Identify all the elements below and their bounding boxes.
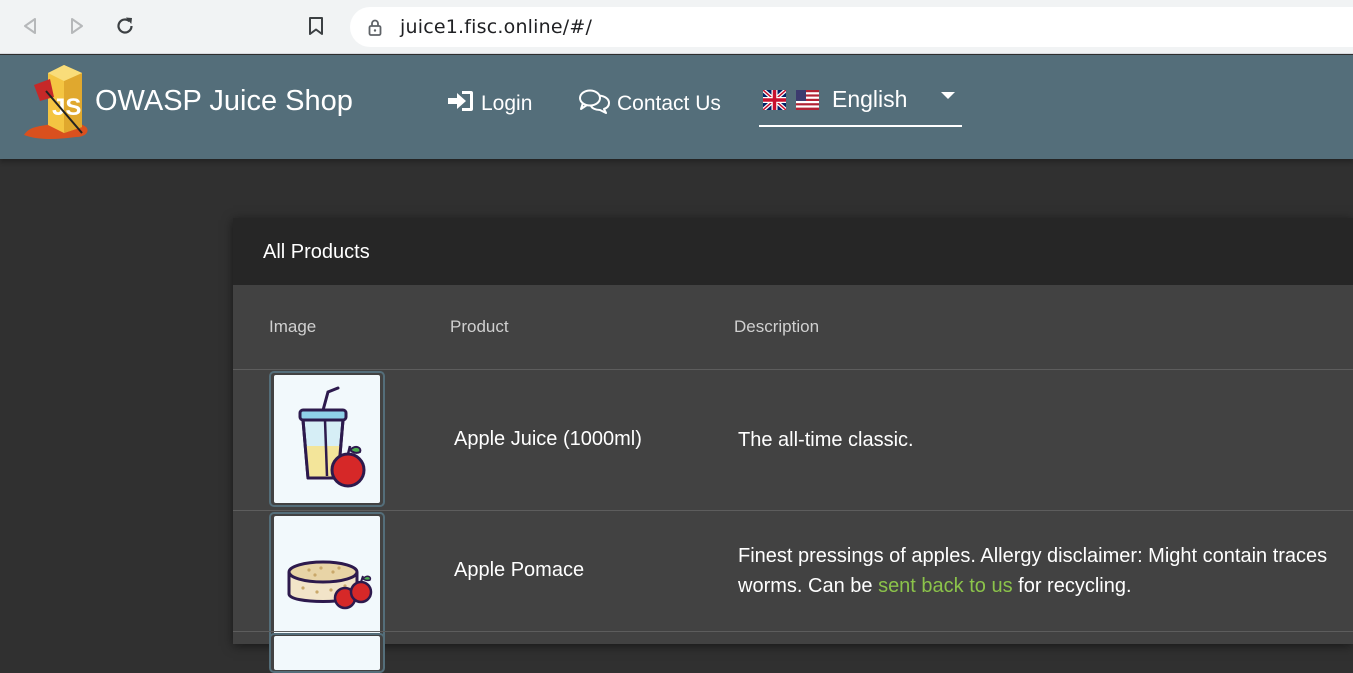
description-text: for recycling. [1012, 575, 1132, 597]
products-table-card: All Products Image Product Description A… [233, 218, 1353, 673]
sent-back-link[interactable]: sent back to us [878, 575, 1013, 597]
apple-juice-icon [298, 386, 366, 488]
browser-toolbar: juice1.fisc.online/#/ [0, 0, 1353, 54]
uk-flag-icon [761, 88, 788, 112]
contact-us-label: Contact Us [617, 92, 721, 115]
language-value: English [832, 86, 908, 112]
us-flag-icon [796, 90, 819, 110]
product-description: The all-time classic. [738, 429, 914, 451]
app-toolbar: JS OWASP Juice Shop Login Contact Us Eng… [0, 55, 1353, 159]
product-image[interactable] [269, 371, 385, 507]
comments-icon [578, 88, 617, 120]
apple-pomace-icon [287, 560, 373, 610]
product-name: Apple Pomace [454, 559, 585, 581]
column-header-description[interactable]: Description [734, 317, 819, 337]
dropdown-arrow-icon [941, 92, 955, 99]
column-header-product[interactable]: Product [450, 317, 509, 337]
login-label: Login [481, 92, 533, 115]
address-bar[interactable]: juice1.fisc.online/#/ [350, 7, 1353, 47]
product-image[interactable] [269, 512, 385, 648]
column-header-image[interactable]: Image [269, 317, 316, 337]
bookmark-icon[interactable] [302, 12, 330, 40]
products-title: All Products [263, 241, 370, 263]
forward-icon[interactable] [63, 12, 91, 40]
card-header: All Products [233, 218, 1353, 285]
reload-icon[interactable] [111, 12, 139, 40]
description-line-1: Finest pressings of apples. Allergy disc… [738, 545, 1328, 567]
juice-shop-logo[interactable]: JS [20, 61, 94, 143]
back-icon[interactable] [16, 12, 44, 40]
row-divider [233, 510, 1353, 511]
app-title[interactable]: OWASP Juice Shop [95, 85, 353, 118]
product-name: Apple Juice (1000ml) [454, 428, 642, 450]
lock-icon [368, 18, 384, 36]
language-select[interactable]: English [759, 81, 962, 127]
sign-in-icon [446, 89, 481, 119]
url-text: juice1.fisc.online/#/ [400, 16, 593, 38]
row-divider [233, 631, 1353, 632]
login-button[interactable]: Login [446, 88, 532, 120]
contact-us-button[interactable]: Contact Us [578, 88, 721, 120]
product-image[interactable] [269, 633, 385, 673]
product-description: Finest pressings of apples. Allergy disc… [738, 541, 1327, 601]
description-text: worms. Can be [738, 575, 879, 597]
row-divider [233, 369, 1353, 370]
svg-text:JS: JS [52, 94, 81, 121]
